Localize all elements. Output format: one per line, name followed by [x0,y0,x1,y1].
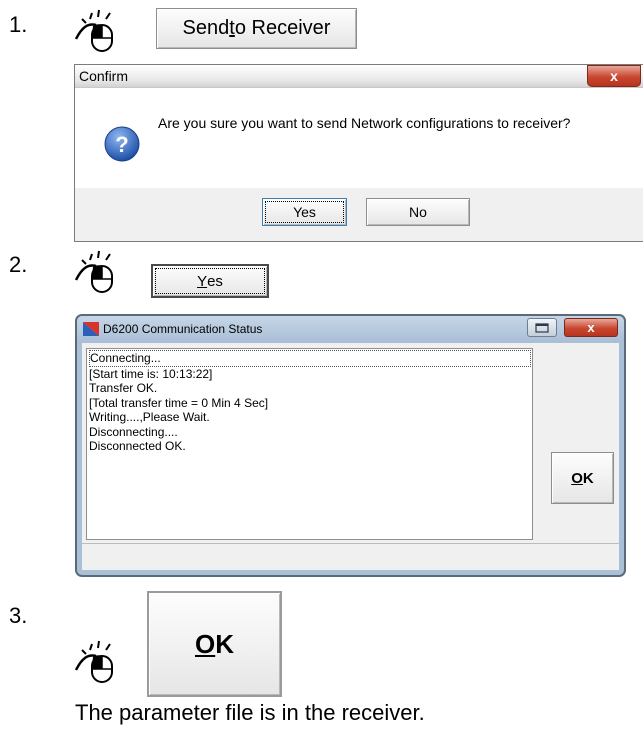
log-line: [Total transfer time = 0 Min 4 Sec] [89,395,269,410]
step-number: 2. [9,252,28,277]
mouse-left-click-icon [74,640,114,684]
yes-button[interactable]: Yes [151,264,269,298]
log-line: Writing....,Please Wait. [89,410,210,424]
step-number: 1. [9,12,28,37]
ok-button[interactable]: OK [551,452,614,504]
log-line: Disconnecting.... [89,424,178,439]
confirm-title-bar: Confirm x [75,65,643,88]
mouse-left-click-icon [74,250,114,294]
ok-button[interactable]: OK [147,591,282,697]
minimize-button[interactable] [527,318,557,337]
confirm-dialog: Confirm x ? Are you sure you want to sen… [74,64,643,242]
confirm-button-row: Yes No [75,188,643,241]
log-line: [Start time is: 10:13:22] [89,366,213,381]
send-to-receiver-button[interactable]: Send to Receiver [156,8,357,49]
status-client-area: Connecting... [Start time is: 10:13:22] … [82,343,619,570]
svg-text:?: ? [115,132,128,157]
app-icon [83,322,99,336]
step-number: 3. [9,603,28,628]
yes-button[interactable]: Yes [262,198,347,226]
status-bar [82,543,619,570]
communication-status-window: D6200 Communication Status x Connecting.… [75,314,626,577]
no-button[interactable]: No [366,198,470,226]
confirm-title: Confirm [79,68,129,84]
close-icon: x [610,68,618,84]
close-button[interactable]: x [587,65,641,87]
result-text: The parameter file is in the receiver. [75,700,425,725]
log-line: Connecting... [89,350,531,367]
log-line: Disconnected OK. [89,439,186,453]
status-title-bar: D6200 Communication Status x [77,316,624,342]
close-button[interactable]: x [564,318,618,337]
close-icon: x [587,320,595,335]
log-line: Transfer OK. [89,381,158,395]
restore-icon [535,322,549,333]
status-log: Connecting... [Start time is: 10:13:22] … [86,348,533,540]
status-window-title: D6200 Communication Status [103,322,263,336]
confirm-body: ? Are you sure you want to send Network … [75,88,643,188]
question-icon: ? [104,126,140,162]
confirm-message: Are you sure you want to send Network co… [158,115,571,131]
mouse-left-click-icon [74,9,114,53]
